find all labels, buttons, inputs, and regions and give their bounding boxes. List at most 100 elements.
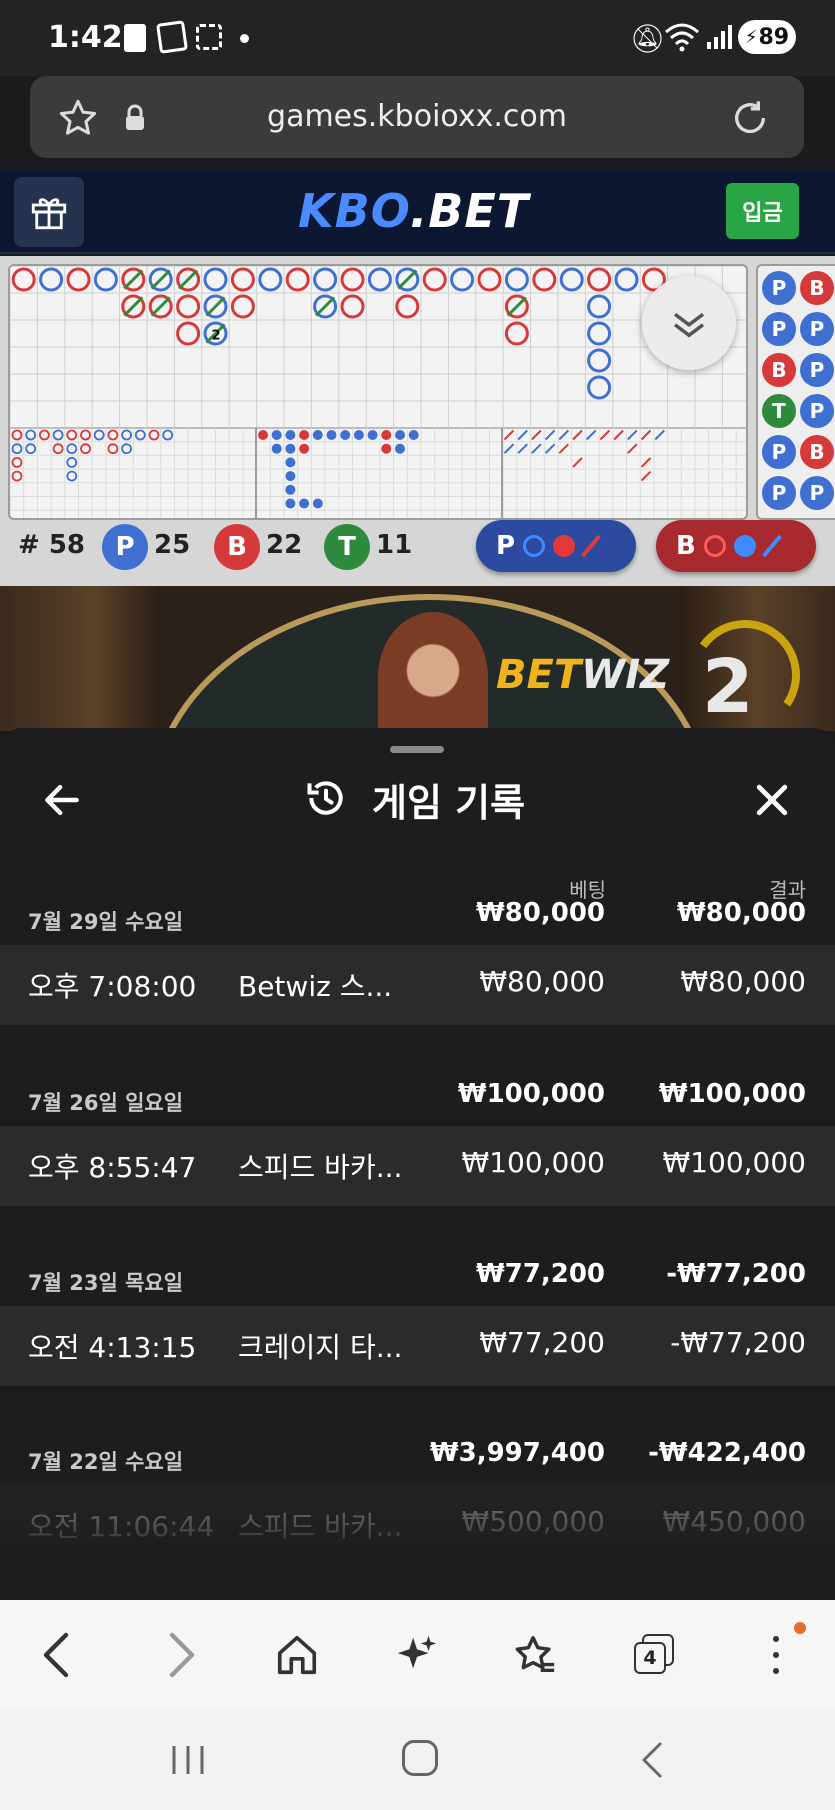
side-bead: B xyxy=(762,353,796,387)
date-label: 7월 29일 수요일 xyxy=(28,910,184,934)
charging-icon: ⚡ xyxy=(744,26,758,48)
banker-predict-letter: B xyxy=(676,531,696,561)
big-road-mark xyxy=(66,267,91,292)
big-road-mark xyxy=(313,267,338,292)
url-text[interactable]: games.kboioxx.com xyxy=(30,76,804,158)
tie-slash xyxy=(178,269,199,290)
cockroach-mark xyxy=(654,429,665,441)
ring-icon xyxy=(523,535,546,557)
bottom-fade xyxy=(0,1476,835,1600)
big-eye-mark xyxy=(66,456,78,468)
row-result: -₩77,200 xyxy=(670,1326,806,1359)
big-road-mark xyxy=(230,294,255,319)
row-time: 오후 7:08:00 xyxy=(28,970,197,1003)
big-road-mark xyxy=(176,294,201,319)
big-eye-mark xyxy=(11,443,23,455)
cockroach-mark xyxy=(544,443,556,454)
big-road-mark xyxy=(587,375,612,400)
big-road-mark xyxy=(559,267,584,292)
big-road-mark xyxy=(450,267,475,292)
side-bead: P xyxy=(762,435,796,469)
row-time: 오전 4:13:15 xyxy=(28,1331,197,1364)
b-app-icon xyxy=(124,24,146,52)
player-predict-button[interactable]: P xyxy=(476,520,636,572)
side-bead: P xyxy=(762,271,796,305)
date-bet-total: ₩100,000 xyxy=(457,1079,605,1109)
date-result-total: ₩80,000 xyxy=(676,898,806,928)
baccarat-roadmap: 2 PBPPBPTPPBPP # 58 P 25 B 22 T 11 P B xyxy=(0,256,835,586)
drag-handle[interactable] xyxy=(390,746,444,753)
cockroach-mark xyxy=(531,443,542,454)
gift-button[interactable] xyxy=(14,177,84,247)
banker-predict-button[interactable]: B xyxy=(656,520,816,572)
small-road-mark xyxy=(312,430,323,440)
side-bead: B xyxy=(800,435,834,469)
big-road-mark xyxy=(587,294,612,319)
small-road-mark xyxy=(367,430,378,440)
reload-icon[interactable] xyxy=(730,98,770,138)
cockroach-mark xyxy=(517,429,528,441)
more-menu-button[interactable] xyxy=(766,1630,786,1684)
scroll-down-button[interactable] xyxy=(642,276,736,370)
tie-count-label: 2 xyxy=(212,329,221,344)
deposit-button[interactable]: 입금 xyxy=(726,183,799,239)
big-eye-mark xyxy=(93,429,105,441)
back-nav-icon[interactable] xyxy=(636,1740,666,1780)
row-result: ₩100,000 xyxy=(662,1146,806,1179)
live-video: BETWIZ 2 xyxy=(0,586,835,731)
cockroach-mark xyxy=(544,429,556,441)
back-arrow-icon[interactable] xyxy=(40,778,84,822)
banker-count: 22 xyxy=(266,530,303,560)
date-group-header: 7월 26일 일요일 ₩100,000 ₩100,000 xyxy=(0,1063,835,1125)
brand-bet: BET xyxy=(496,652,582,698)
big-road-mark xyxy=(532,267,557,292)
small-road-mark xyxy=(381,430,392,440)
site-logo[interactable]: KBO.BET xyxy=(298,184,529,238)
tie-slash xyxy=(123,269,144,290)
big-road-mark xyxy=(587,348,612,373)
side-bead: P xyxy=(800,476,834,510)
big-eye-mark xyxy=(25,443,37,455)
big-road-mark xyxy=(504,267,529,292)
home-nav-button[interactable] xyxy=(402,1740,438,1776)
small-road-mark xyxy=(258,430,268,440)
tabs-button[interactable]: 4 xyxy=(634,1634,674,1674)
date-label: 7월 26일 일요일 xyxy=(28,1091,184,1115)
small-road-mark xyxy=(326,430,337,440)
big-eye-mark xyxy=(11,429,23,441)
betwiz-logo: BETWIZ xyxy=(496,652,669,698)
big-road: 2 xyxy=(10,266,746,518)
small-road-mark xyxy=(299,443,310,454)
history-row[interactable]: 오전 4:13:15 크레이지 타... ₩77,200 -₩77,200 xyxy=(0,1306,835,1386)
forward-icon[interactable] xyxy=(160,1630,200,1680)
cockroach-mark xyxy=(640,429,652,441)
small-road-mark xyxy=(381,443,392,454)
bookmarks-icon[interactable] xyxy=(512,1632,558,1678)
row-result: ₩80,000 xyxy=(680,965,806,998)
big-road-mark xyxy=(340,267,365,292)
small-road-mark xyxy=(395,430,405,440)
history-row[interactable]: 오후 7:08:00 Betwiz 스... ₩80,000 ₩80,000 xyxy=(0,945,835,1025)
url-bar[interactable]: games.kboioxx.com xyxy=(30,76,804,158)
wifi-icon xyxy=(665,23,699,52)
more-dot xyxy=(773,1668,779,1674)
close-icon[interactable] xyxy=(750,778,794,822)
bead-plate-side: PBPPBPTPPBPP xyxy=(756,264,835,520)
cockroach-mark xyxy=(585,429,597,441)
row-bet: ₩100,000 xyxy=(461,1146,605,1179)
notification-dot xyxy=(794,1622,806,1634)
tabs-count: 4 xyxy=(643,1647,657,1669)
sparkle-icon[interactable] xyxy=(394,1632,440,1678)
side-bead: P xyxy=(800,312,834,346)
screenshot-icon xyxy=(196,24,222,50)
home-icon[interactable] xyxy=(274,1632,320,1678)
player-predict-letter: P xyxy=(496,531,516,561)
history-row[interactable]: 오후 8:55:47 스피드 바카... ₩100,000 ₩100,000 xyxy=(0,1126,835,1206)
recent-apps-icon[interactable] xyxy=(168,1742,208,1778)
game-history-sheet: 게임 기록 베팅 결과 7월 29일 수요일 ₩80,000 ₩80,000 오후 7… xyxy=(0,728,835,1600)
big-road-mark xyxy=(477,267,502,292)
side-bead: P xyxy=(800,353,834,387)
side-bead: B xyxy=(800,271,834,305)
back-icon[interactable] xyxy=(38,1630,78,1680)
battery-indicator: ⚡ 89 xyxy=(738,20,796,54)
